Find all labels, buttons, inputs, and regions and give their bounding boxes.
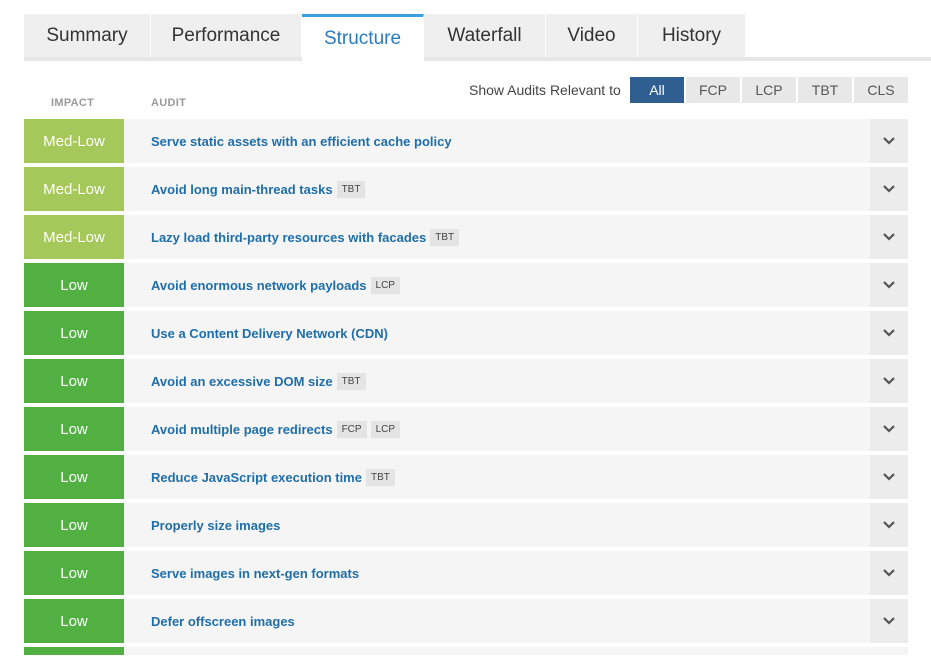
chevron-down-icon <box>883 473 895 481</box>
audit-title[interactable]: Lazy load third-party resources with fac… <box>151 230 426 245</box>
expand-button[interactable] <box>870 551 908 595</box>
audit-title[interactable]: Avoid long main-thread tasks <box>151 182 333 197</box>
impact-badge: Low <box>24 503 124 547</box>
audit-row-partial <box>24 647 908 655</box>
impact-column-header: IMPACT <box>51 97 95 109</box>
expand-button[interactable] <box>870 503 908 547</box>
expand-button[interactable] <box>870 455 908 499</box>
filter-button-cls[interactable]: CLS <box>854 77 908 103</box>
audit-row[interactable]: Low Avoid enormous network payloads LCP <box>24 263 908 307</box>
metric-filter-group: All FCP LCP TBT CLS <box>630 77 910 103</box>
impact-badge: Low <box>24 263 124 307</box>
chevron-down-icon <box>883 617 895 625</box>
audit-row[interactable]: Low Use a Content Delivery Network (CDN) <box>24 311 908 355</box>
audit-cell: Reduce JavaScript execution time TBT <box>124 455 870 499</box>
audit-row[interactable]: Low Defer offscreen images <box>24 599 908 643</box>
chevron-down-icon <box>883 281 895 289</box>
chevron-down-icon <box>883 521 895 529</box>
chevron-down-icon <box>883 137 895 145</box>
tab-bar: Summary Performance Structure Waterfall Vide… <box>24 14 746 61</box>
filter-label: Show Audits Relevant to <box>469 82 621 98</box>
tab-performance[interactable]: Performance <box>151 14 302 57</box>
chevron-down-icon <box>883 425 895 433</box>
impact-badge: Low <box>24 599 124 643</box>
impact-badge: Low <box>24 455 124 499</box>
expand-button[interactable] <box>870 167 908 211</box>
impact-badge: Low <box>24 359 124 403</box>
chevron-down-icon <box>883 233 895 241</box>
audit-title[interactable]: Use a Content Delivery Network (CDN) <box>151 326 388 341</box>
impact-badge: Med-Low <box>24 167 124 211</box>
tab-structure[interactable]: Structure <box>302 14 424 61</box>
metric-tag: TBT <box>430 228 460 246</box>
expand-button[interactable] <box>870 359 908 403</box>
audit-title[interactable]: Reduce JavaScript execution time <box>151 470 362 485</box>
audit-row[interactable]: Low Avoid multiple page redirects FCP LCP <box>24 407 908 451</box>
audit-column-header: AUDIT <box>151 97 187 109</box>
metric-tag: LCP <box>370 276 400 294</box>
chevron-down-icon <box>883 377 895 385</box>
tab-summary[interactable]: Summary <box>24 14 151 57</box>
metric-tag: TBT <box>336 180 366 198</box>
metric-tag: FCP <box>336 420 367 438</box>
impact-badge: Med-Low <box>24 215 124 259</box>
audit-cell: Avoid enormous network payloads LCP <box>124 263 870 307</box>
audit-cell: Properly size images <box>124 503 870 547</box>
audit-title[interactable]: Serve images in next-gen formats <box>151 566 359 581</box>
audit-row[interactable]: Low Avoid an excessive DOM size TBT <box>24 359 908 403</box>
impact-badge <box>24 647 124 655</box>
chevron-down-icon <box>883 329 895 337</box>
tab-history[interactable]: History <box>638 14 746 57</box>
chevron-down-icon <box>883 569 895 577</box>
audit-title[interactable]: Serve static assets with an efficient ca… <box>151 134 452 149</box>
filter-button-lcp[interactable]: LCP <box>742 77 796 103</box>
audit-row[interactable]: Low Serve images in next-gen formats <box>24 551 908 595</box>
metric-tag: TBT <box>336 372 366 390</box>
audit-cell: Avoid an excessive DOM size TBT <box>124 359 870 403</box>
filter-button-all[interactable]: All <box>630 77 684 103</box>
audit-title[interactable]: Avoid multiple page redirects <box>151 422 333 437</box>
expand-button[interactable] <box>870 215 908 259</box>
audit-row[interactable]: Med-Low Avoid long main-thread tasks TBT <box>24 167 908 211</box>
audit-cell: Serve static assets with an efficient ca… <box>124 119 870 163</box>
chevron-down-icon <box>883 185 895 193</box>
expand-button[interactable] <box>870 407 908 451</box>
audit-cell: Lazy load third-party resources with fac… <box>124 215 870 259</box>
audit-cell: Serve images in next-gen formats <box>124 551 870 595</box>
audit-row[interactable]: Med-Low Serve static assets with an effic… <box>24 119 908 163</box>
expand-button[interactable] <box>870 311 908 355</box>
audit-title[interactable]: Properly size images <box>151 518 280 533</box>
filter-button-tbt[interactable]: TBT <box>798 77 852 103</box>
audit-cell: Use a Content Delivery Network (CDN) <box>124 311 870 355</box>
metric-tag: LCP <box>370 420 401 438</box>
impact-badge: Low <box>24 551 124 595</box>
expand-button[interactable] <box>870 263 908 307</box>
audit-title[interactable]: Avoid an excessive DOM size <box>151 374 333 389</box>
audit-title[interactable]: Defer offscreen images <box>151 614 295 629</box>
tab-video[interactable]: Video <box>546 14 638 57</box>
audit-list: Med-Low Serve static assets with an effic… <box>24 119 908 659</box>
audit-cell: Avoid long main-thread tasks TBT <box>124 167 870 211</box>
audit-title[interactable]: Avoid enormous network payloads <box>151 278 367 293</box>
audit-cell: Defer offscreen images <box>124 599 870 643</box>
audit-row[interactable]: Low Reduce JavaScript execution time TBT <box>24 455 908 499</box>
impact-badge: Low <box>24 311 124 355</box>
tab-waterfall[interactable]: Waterfall <box>424 14 546 57</box>
metric-tag: TBT <box>365 468 395 486</box>
filter-button-fcp[interactable]: FCP <box>686 77 740 103</box>
expand-button[interactable] <box>870 119 908 163</box>
impact-badge: Med-Low <box>24 119 124 163</box>
audit-cell: Avoid multiple page redirects FCP LCP <box>124 407 870 451</box>
audit-row[interactable]: Low Properly size images <box>24 503 908 547</box>
audit-row[interactable]: Med-Low Lazy load third-party resources w… <box>24 215 908 259</box>
expand-button[interactable] <box>870 599 908 643</box>
impact-badge: Low <box>24 407 124 451</box>
